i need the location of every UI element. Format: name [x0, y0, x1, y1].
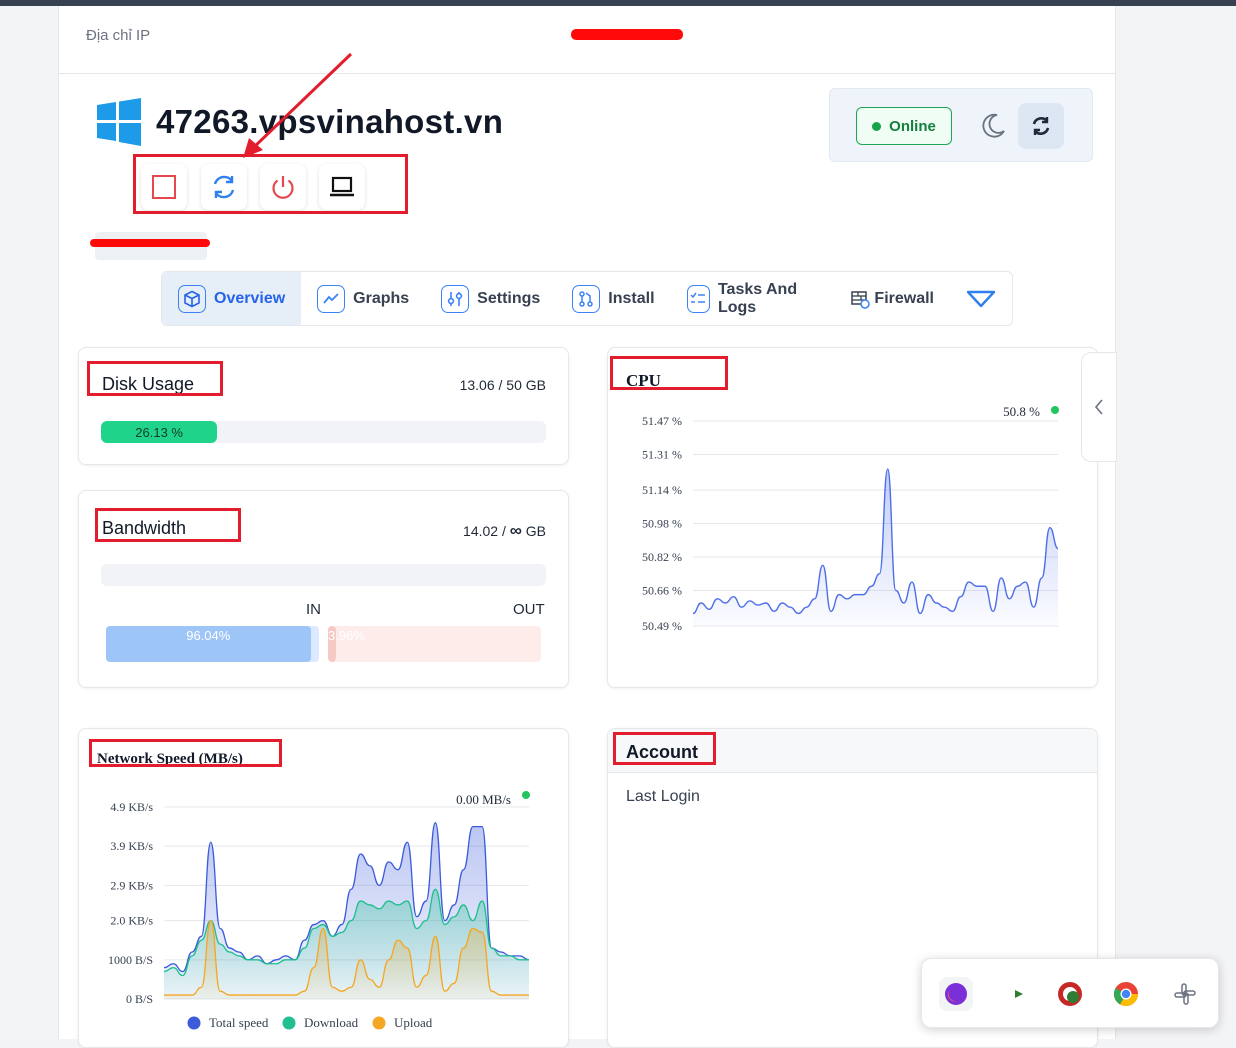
network-y-tick: 0 B/S — [126, 992, 153, 1006]
cpu-chart: 51.47 % 51.31 % 51.14 % 50.98 % 50.82 % 50.66… — [642, 404, 1059, 633]
tab-label: Settings — [477, 289, 541, 307]
legend-marker — [372, 1016, 386, 1030]
tab-bar: Overview Graphs Settings Install Tasks A… — [161, 271, 1013, 326]
network-y-tick: 3.9 KB/s — [110, 839, 153, 853]
tab-label: Overview — [214, 289, 286, 307]
legend-label: Download — [304, 1015, 359, 1030]
network-y-tick: 2.9 KB/s — [110, 878, 153, 892]
disk-usage-bar: 26.13 % — [101, 421, 546, 443]
status-label: Online — [889, 117, 936, 135]
list-check-icon — [686, 284, 710, 313]
infinity-icon: ∞ — [509, 521, 522, 540]
annotation-box-bandwidth — [95, 508, 241, 542]
bandwidth-out-percent: 3.96% — [328, 628, 365, 643]
moon-icon[interactable] — [978, 111, 1008, 141]
tab-firewall[interactable]: Firewall — [834, 272, 950, 325]
annotation-arrow — [243, 52, 353, 158]
bandwidth-in-bar: 96.04% — [106, 626, 319, 662]
firewall-icon — [851, 290, 871, 309]
shield-app-icon[interactable] — [1053, 977, 1087, 1011]
refresh-icon — [1032, 117, 1050, 135]
legend-label: Total speed — [209, 1015, 269, 1030]
cpu-y-tick: 50.66 % — [642, 583, 682, 597]
cpu-y-tick: 51.31 % — [642, 447, 682, 461]
tab-graphs[interactable]: Graphs — [301, 272, 425, 325]
status-panel: Online — [829, 88, 1093, 162]
bandwidth-in-fill: 96.04% — [106, 626, 311, 662]
bandwidth-out-bar: 3.96% — [328, 626, 541, 662]
cpu-y-tick: 50.82 % — [642, 550, 682, 564]
sliders-icon — [441, 284, 470, 313]
play-icon[interactable] — [1002, 977, 1036, 1011]
network-speed-chart: 4.9 KB/s 3.9 KB/s 2.9 KB/s 2.0 KB/s 1000 B/S… — [108, 791, 530, 1030]
annotation-box-network — [89, 739, 282, 767]
firefox-icon[interactable] — [939, 977, 973, 1011]
app-tray — [921, 958, 1219, 1028]
annotation-box-actions — [133, 154, 408, 214]
cpu-current-value: 50.8 % — [1003, 404, 1040, 419]
chart-line-icon — [317, 284, 346, 313]
annotation-box-account — [613, 732, 716, 765]
network-y-tick: 2.0 KB/s — [110, 914, 153, 928]
status-dot-icon — [872, 121, 882, 131]
legend-label: Upload — [394, 1015, 433, 1030]
redaction-mark — [90, 239, 210, 247]
ip-address-bar: Địa chỉ IP — [59, 6, 1115, 74]
tab-overview[interactable]: Overview — [162, 272, 302, 325]
network-speed-card: Network Speed (MB/s) 4.9 KB/s 3.9 KB/s 2.9… — [78, 728, 569, 1048]
slack-icon[interactable] — [1168, 977, 1202, 1011]
vps-panel: Địa chỉ IP 47263.vpsvinahost.vn Online O… — [58, 6, 1117, 1048]
cpu-y-tick: 50.49 % — [642, 619, 682, 633]
tab-install[interactable]: Install — [556, 272, 670, 325]
cpu-y-tick: 50.98 % — [642, 517, 682, 531]
bandwidth-in-label: IN — [306, 601, 321, 618]
tab-label: Graphs — [353, 289, 410, 307]
online-status-badge: Online — [856, 107, 952, 145]
side-panel-toggle[interactable] — [1081, 352, 1117, 462]
bandwidth-out-fill: 3.96% — [328, 626, 365, 662]
tab-label: Tasks And Logs — [717, 280, 798, 316]
chevron-down-icon — [966, 290, 996, 307]
disk-usage-percent: 26.13 % — [135, 424, 183, 440]
chrome-icon[interactable] — [1109, 977, 1143, 1011]
cpu-card: CPU 51.47 % 51.31 % 51.14 % 50.98 % 50.82 % 5… — [607, 347, 1098, 688]
git-icon — [572, 284, 601, 313]
chevron-left-icon — [1094, 399, 1103, 415]
tab-label: Firewall — [874, 289, 934, 307]
last-login-label: Last Login — [626, 788, 700, 805]
redaction-mark — [571, 29, 683, 40]
refresh-button[interactable] — [1018, 103, 1064, 149]
network-current-value: 0.00 MB/s — [456, 792, 511, 807]
legend-marker — [282, 1016, 296, 1030]
live-dot-icon — [1051, 406, 1059, 414]
windows-logo-icon — [97, 98, 141, 146]
bandwidth-value: 14.02 / ∞ GB — [463, 521, 546, 541]
ip-address-label: Địa chỉ IP — [86, 27, 151, 44]
tab-tasks-and-logs[interactable]: Tasks And Logs — [671, 272, 835, 325]
bandwidth-out-label: OUT — [513, 601, 545, 618]
cpu-y-tick: 51.47 % — [642, 414, 682, 428]
tab-more[interactable] — [950, 272, 1012, 325]
bandwidth-bar — [101, 564, 546, 586]
cube-icon — [178, 284, 206, 313]
network-y-tick: 1000 B/S — [108, 953, 153, 967]
bandwidth-unit: GB — [521, 523, 546, 539]
cpu-y-tick: 51.14 % — [642, 483, 682, 497]
annotation-box-cpu — [610, 356, 728, 390]
disk-usage-value: 13.06 / 50 GB — [459, 377, 546, 393]
bandwidth-used: 14.02 / — [463, 523, 510, 539]
tab-label: Install — [608, 289, 655, 307]
legend-marker — [187, 1016, 201, 1030]
annotation-box-disk — [87, 361, 223, 396]
bandwidth-in-percent: 96.04% — [186, 628, 231, 643]
tab-settings[interactable]: Settings — [425, 272, 556, 325]
live-dot-icon — [522, 791, 530, 799]
network-y-tick: 4.9 KB/s — [110, 800, 153, 814]
disk-usage-fill: 26.13 % — [101, 421, 218, 443]
